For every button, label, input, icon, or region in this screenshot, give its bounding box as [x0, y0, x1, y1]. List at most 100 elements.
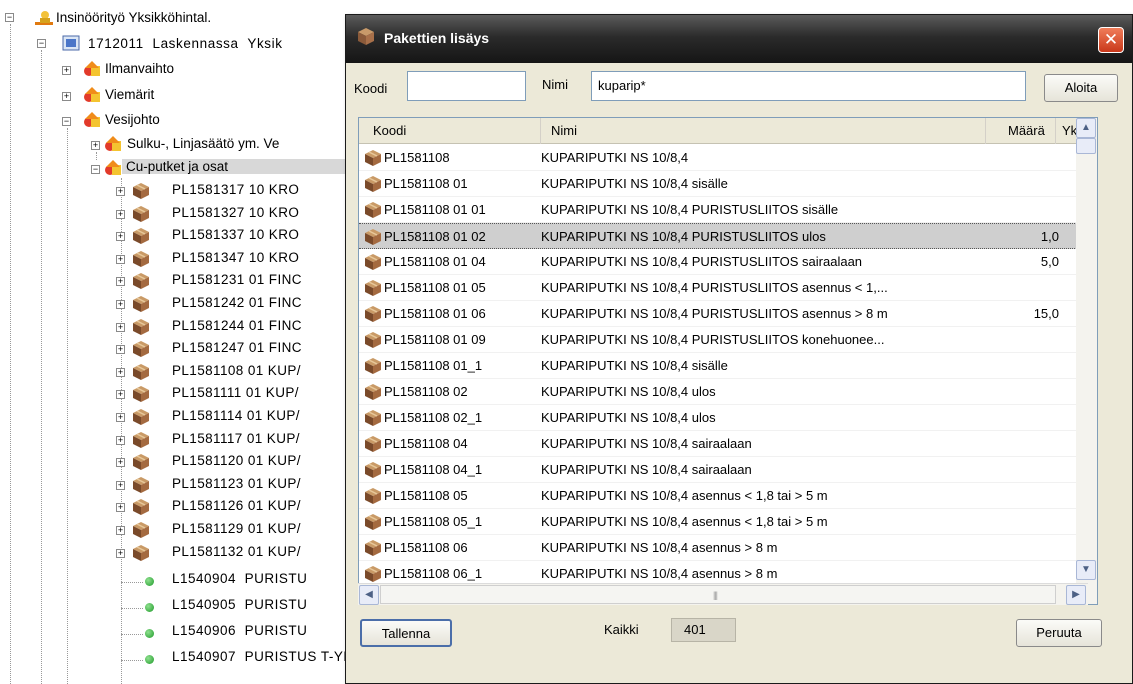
start-search-button[interactable]: Aloita — [1044, 74, 1118, 102]
expand-toggle[interactable]: + — [116, 345, 125, 355]
table-row[interactable]: PL1581108 05 KUPARIPUTKI NS 10/8,4 asennu… — [359, 483, 1087, 509]
scroll-right-icon[interactable]: ▶ — [1066, 585, 1086, 605]
tree-package-item[interactable]: PL1581317 10 KRO — [172, 182, 299, 197]
cell-koodi: PL1581108 02 — [384, 384, 468, 399]
expand-toggle[interactable]: + — [116, 503, 125, 513]
table-row[interactable]: PL1581108 01 04 KUPARIPUTKI NS 10/8,4 PUR… — [359, 249, 1087, 275]
expand-toggle[interactable]: + — [116, 187, 125, 196]
package-icon — [131, 385, 149, 403]
scroll-down-icon[interactable]: ▼ — [1076, 560, 1096, 580]
tree-package-item[interactable]: PL1581132 01 KUP/ — [172, 544, 301, 559]
package-icon — [131, 498, 149, 516]
tree-leaf-item[interactable]: L1540906 PURISTU — [172, 623, 307, 638]
tree-package-item[interactable]: PL1581111 01 KUP/ — [172, 385, 299, 400]
tree-leaf-item[interactable]: L1540905 PURISTU — [172, 597, 307, 612]
scroll-thumb[interactable]: ||| — [380, 585, 1056, 604]
tree-package-item[interactable]: PL1581347 10 KRO — [172, 250, 299, 265]
expand-toggle[interactable]: + — [116, 458, 125, 468]
tree-package-item[interactable]: PL1581129 01 KUP/ — [172, 521, 301, 536]
status-dot-icon — [145, 655, 154, 664]
vertical-scrollbar[interactable]: ▲ ▼ — [1076, 117, 1098, 605]
subcategory-sulku[interactable]: Sulku-, Linjasäätö ym. Ve — [127, 136, 279, 151]
tree-package-item[interactable]: PL1581114 01 KUP/ — [172, 408, 300, 423]
koodi-input[interactable] — [407, 71, 526, 101]
expand-toggle[interactable]: + — [116, 390, 125, 400]
tree-package-item[interactable]: PL1581327 10 KRO — [172, 205, 299, 220]
tree-package-item[interactable]: PL1581126 01 KUP/ — [172, 498, 301, 513]
add-packages-dialog: Pakettien lisäys ✕ Koodi Nimi kuparip* A… — [345, 14, 1133, 684]
expand-toggle[interactable]: + — [116, 480, 125, 490]
category-shapes-icon — [84, 61, 100, 76]
package-icon — [363, 383, 383, 401]
expand-toggle[interactable]: + — [116, 277, 125, 287]
expand-toggle[interactable]: + — [116, 548, 125, 558]
table-row[interactable]: PL1581108 04_1 KUPARIPUTKI NS 10/8,4 sair… — [359, 457, 1087, 483]
table-row[interactable]: PL1581108 KUPARIPUTKI NS 10/8,4 — [359, 145, 1087, 171]
project-label[interactable]: 1712011 Laskennassa Yksik — [88, 36, 283, 51]
expand-toggle[interactable]: + — [62, 92, 71, 101]
column-header-nimi[interactable]: Nimi — [541, 118, 986, 144]
subcategory-cu-putket[interactable]: Cu-putket ja osat — [122, 159, 352, 174]
expand-toggle[interactable]: + — [116, 413, 125, 422]
dialog-titlebar[interactable]: Pakettien lisäys ✕ — [346, 15, 1132, 63]
tree-package-item[interactable]: PL1581337 10 KRO — [172, 227, 299, 242]
collapse-toggle[interactable]: − — [37, 39, 46, 48]
column-header-maara[interactable]: Määrä — [986, 118, 1056, 144]
cancel-button[interactable]: Peruuta — [1016, 619, 1102, 647]
table-row[interactable]: PL1581108 02_1 KUPARIPUTKI NS 10/8,4 ulos — [359, 405, 1087, 431]
tree-package-item[interactable]: PL1581231 01 FINC — [172, 272, 302, 287]
collapse-toggle[interactable]: − — [62, 117, 71, 126]
expand-toggle[interactable]: + — [62, 66, 71, 75]
tree-package-item[interactable]: PL1581242 01 FINC — [172, 295, 302, 310]
table-row[interactable]: PL1581108 01 05 KUPARIPUTKI NS 10/8,4 PUR… — [359, 275, 1087, 301]
collapse-toggle[interactable]: − — [91, 165, 100, 174]
save-button[interactable]: Tallenna — [360, 619, 452, 647]
tree-root-label[interactable]: Insinöörityö Yksikköhintal. — [56, 10, 211, 25]
tree-package-item[interactable]: PL1581120 01 KUP/ — [172, 453, 301, 468]
table-row[interactable]: PL1581108 06 KUPARIPUTKI NS 10/8,4 asennu… — [359, 535, 1087, 561]
package-icon — [131, 476, 149, 493]
expand-toggle[interactable]: + — [116, 232, 125, 242]
expand-toggle[interactable]: + — [116, 526, 125, 535]
cell-maara — [989, 145, 1059, 171]
horizontal-scrollbar[interactable]: ◀ ||| ▶ — [358, 583, 1088, 605]
scroll-thumb[interactable] — [1076, 138, 1096, 154]
close-button[interactable]: ✕ — [1098, 27, 1124, 53]
cell-nimi: KUPARIPUTKI NS 10/8,4 ulos — [541, 410, 716, 425]
category-shapes-icon — [105, 136, 121, 151]
expand-toggle[interactable]: + — [116, 435, 125, 445]
tree-package-item[interactable]: PL1581247 01 FINC — [172, 340, 302, 355]
tree-package-item[interactable]: PL1581108 01 KUP/ — [172, 363, 301, 378]
expand-toggle[interactable]: + — [116, 254, 125, 264]
cell-nimi: KUPARIPUTKI NS 10/8,4 sairaalaan — [541, 436, 752, 451]
table-row[interactable]: PL1581108 01_1 KUPARIPUTKI NS 10/8,4 sisä… — [359, 353, 1087, 379]
tree-package-item[interactable]: PL1581117 01 KUP/ — [172, 431, 300, 446]
category-viemarit[interactable]: Viemärit — [105, 87, 154, 102]
table-row[interactable]: PL1581108 04 KUPARIPUTKI NS 10/8,4 sairaa… — [359, 431, 1087, 457]
package-icon — [363, 565, 383, 583]
expand-toggle[interactable]: + — [91, 141, 100, 150]
table-row[interactable]: PL1581108 01 01 KUPARIPUTKI NS 10/8,4 PUR… — [359, 197, 1087, 223]
scroll-left-icon[interactable]: ◀ — [359, 585, 379, 605]
tree-package-item[interactable]: PL1581244 01 FINC — [172, 318, 302, 333]
collapse-toggle[interactable]: − — [5, 13, 14, 22]
category-vesijohto[interactable]: Vesijohto — [105, 112, 160, 127]
cell-maara — [989, 275, 1059, 301]
category-ilmanvaihto[interactable]: Ilmanvaihto — [105, 61, 174, 76]
tree-leaf-item[interactable]: L1540904 PURISTU — [172, 571, 307, 586]
table-row[interactable]: PL1581108 01 09 KUPARIPUTKI NS 10/8,4 PUR… — [359, 327, 1087, 353]
expand-toggle[interactable]: + — [116, 300, 125, 309]
expand-toggle[interactable]: + — [116, 209, 125, 219]
expand-toggle[interactable]: + — [116, 322, 125, 332]
table-row[interactable]: PL1581108 05_1 KUPARIPUTKI NS 10/8,4 asen… — [359, 509, 1087, 535]
table-row[interactable]: PL1581108 01 02 KUPARIPUTKI NS 10/8,4 PUR… — [359, 223, 1087, 249]
tree-package-item[interactable]: PL1581123 01 KUP/ — [172, 476, 301, 491]
scroll-up-icon[interactable]: ▲ — [1076, 118, 1096, 138]
table-row[interactable]: PL1581108 02 KUPARIPUTKI NS 10/8,4 ulos — [359, 379, 1087, 405]
expand-toggle[interactable]: + — [116, 367, 125, 377]
cell-maara — [989, 509, 1059, 535]
table-row[interactable]: PL1581108 01 06 KUPARIPUTKI NS 10/8,4 PUR… — [359, 301, 1087, 327]
nimi-input[interactable]: kuparip* — [591, 71, 1026, 101]
table-row[interactable]: PL1581108 01 KUPARIPUTKI NS 10/8,4 sisäll… — [359, 171, 1087, 197]
column-header-koodi[interactable]: Koodi — [359, 118, 541, 144]
